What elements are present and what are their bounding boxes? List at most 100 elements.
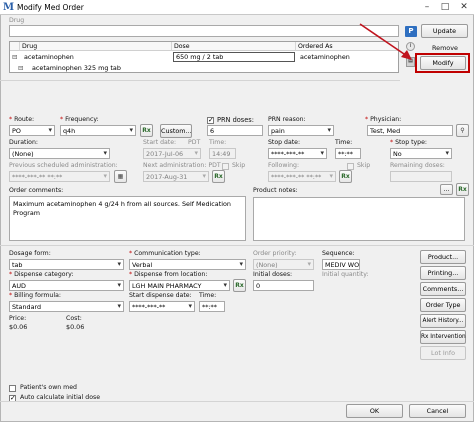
stop-time-label: Time:	[335, 139, 353, 146]
rx-button[interactable]: Rx	[140, 124, 153, 137]
route-select[interactable]: PO	[9, 125, 55, 136]
row-expand-icon[interactable]: ⊟	[10, 52, 20, 62]
window-title: Modify Med Order	[17, 3, 84, 12]
next-admin-input: 2017-Aug-31	[143, 171, 209, 182]
rx-button[interactable]: Rx	[456, 183, 469, 196]
prev-admin-input: ****-***-** **:**	[9, 171, 110, 182]
grid-header-dose: Dose	[172, 42, 296, 51]
prn-reason-label: PRN reason:	[268, 116, 306, 123]
row-expand-icon[interactable]: ⊟	[16, 63, 26, 73]
drug-label: Drug	[9, 17, 25, 24]
stop-type-label: * Stop type:	[390, 139, 428, 146]
order-priority-label: Order priority:	[253, 250, 297, 257]
following-input: ****-***-** **:**	[268, 171, 336, 182]
stop-date-input[interactable]: ****-***-**	[268, 148, 327, 159]
initial-doses-label: Initial doses:	[253, 271, 293, 278]
start-time-input: 14:49	[209, 148, 236, 159]
skip-following-checkbox	[347, 163, 354, 170]
patients-own-med-label: Patient's own med	[20, 384, 77, 391]
dispense-from-label: * Dispense from location:	[129, 271, 208, 278]
prn-doses-label: PRN doses:	[217, 116, 254, 124]
divider	[0, 80, 400, 81]
printing-button[interactable]: Printing...	[420, 266, 466, 280]
next-admin-label: Next administration: PDT	[143, 162, 221, 169]
dispense-from-select[interactable]: LGH MAIN PHARMACY	[129, 280, 230, 291]
product-button[interactable]: Product...	[420, 250, 466, 264]
divider	[0, 245, 474, 246]
cancel-button[interactable]: Cancel	[409, 404, 466, 418]
skip-checkbox	[222, 163, 229, 170]
magnifier-icon[interactable]: ⚲	[456, 124, 469, 137]
billing-formula-select[interactable]: Standard	[9, 301, 124, 312]
dispense-category-select[interactable]: AUD	[9, 280, 124, 291]
frequency-select[interactable]: q4h	[60, 125, 136, 136]
duration-select[interactable]: (None)	[9, 148, 110, 159]
minimize-button[interactable]: –	[418, 1, 436, 14]
calendar-icon[interactable]: ▦	[114, 170, 127, 183]
patients-own-med-checkbox[interactable]	[9, 385, 16, 392]
stop-type-select[interactable]: No	[390, 148, 452, 159]
order-comments-textarea[interactable]: Maximum acetaminophen 4 g/24 h from all …	[9, 196, 246, 241]
modify-button[interactable]: Modify	[420, 56, 466, 70]
product-notes-label: Product notes:	[253, 187, 298, 194]
prn-doses-input[interactable]: 6	[207, 125, 263, 136]
order-type-button[interactable]: Order Type	[420, 298, 466, 312]
dispense-category-label: * Dispense category:	[9, 271, 74, 278]
communication-type-select[interactable]: Verbal	[129, 259, 246, 270]
close-button[interactable]: ✕	[455, 1, 473, 14]
initial-doses-input[interactable]: 0	[253, 280, 314, 291]
cost-label: Cost:	[66, 315, 82, 322]
prn-reason-select[interactable]: pain	[268, 125, 334, 136]
remaining-doses-label: Remaining doses:	[390, 162, 445, 169]
sequence-input[interactable]: MEDIV WO	[322, 259, 360, 270]
price-label: Price:	[9, 315, 27, 322]
maximize-button[interactable]: □	[436, 1, 454, 14]
ok-button[interactable]: OK	[346, 404, 403, 418]
route-label: * Route:	[9, 116, 35, 123]
rx-button[interactable]: Rx	[233, 279, 246, 292]
rx-button[interactable]: Rx	[212, 170, 225, 183]
grid-header-drug: Drug	[20, 42, 172, 51]
dosage-form-select[interactable]: tab	[9, 259, 124, 270]
cost-value: $0.06	[66, 323, 85, 331]
physician-label: * Physician:	[365, 116, 402, 123]
title-bar: M Modify Med Order – □ ✕	[0, 0, 474, 15]
start-pdt-label: PDT	[188, 139, 201, 146]
grid-cell-product[interactable]: acetaminophen 325 mg tab	[30, 63, 230, 73]
dispense-time-input[interactable]: **:**	[199, 301, 225, 312]
duration-label: Duration:	[9, 139, 38, 146]
stop-date-label: Stop date:	[268, 139, 301, 146]
start-dispense-input[interactable]: ****-***-**	[129, 301, 195, 312]
start-date-input: 2017-Jul-06	[143, 148, 201, 159]
billing-formula-label: * Billing formula:	[9, 292, 61, 299]
skip-label: Skip	[232, 162, 246, 169]
drug-search-input[interactable]	[9, 25, 399, 37]
product-notes-textarea[interactable]	[253, 197, 465, 241]
dispense-time-label: Time:	[199, 292, 217, 299]
grid-cell-drug[interactable]: acetaminophen	[22, 52, 172, 62]
rx-button[interactable]: Rx	[339, 170, 352, 183]
order-comments-label: Order comments:	[9, 187, 64, 194]
custom-button[interactable]: Custom...	[160, 124, 192, 138]
product-notes-more-button[interactable]: ...	[440, 184, 453, 195]
alert-history-button[interactable]: Alert History...	[420, 314, 466, 328]
auto-calc-label: Auto calculate initial dose	[20, 394, 101, 401]
grid-header-spacer	[10, 42, 20, 51]
stop-time-input[interactable]: **:**	[335, 148, 361, 159]
following-label: Following:	[268, 162, 300, 169]
rx-intervention-button[interactable]: Rx Intervention	[420, 330, 466, 344]
comments-button[interactable]: Comments...	[420, 282, 466, 296]
grid-cell-dose-editor[interactable]: 650 mg / 2 tab	[173, 52, 295, 62]
remove-button[interactable]: Remove	[432, 44, 458, 52]
prev-admin-label: Previous scheduled administration:	[9, 162, 118, 169]
communication-type-label: * Communication type:	[129, 250, 201, 257]
annotation-arrow	[359, 23, 412, 60]
start-dispense-label: Start dispense date:	[129, 292, 192, 299]
skip-following-label: Skip	[357, 162, 371, 169]
update-button[interactable]: Update	[421, 24, 468, 38]
start-time-label: Time:	[209, 139, 227, 146]
prn-doses-checkbox[interactable]: ✓	[207, 117, 214, 124]
sequence-label: Sequence:	[322, 250, 355, 257]
frequency-label: * Frequency:	[60, 116, 99, 123]
physician-input[interactable]: Test, Med	[367, 125, 453, 136]
